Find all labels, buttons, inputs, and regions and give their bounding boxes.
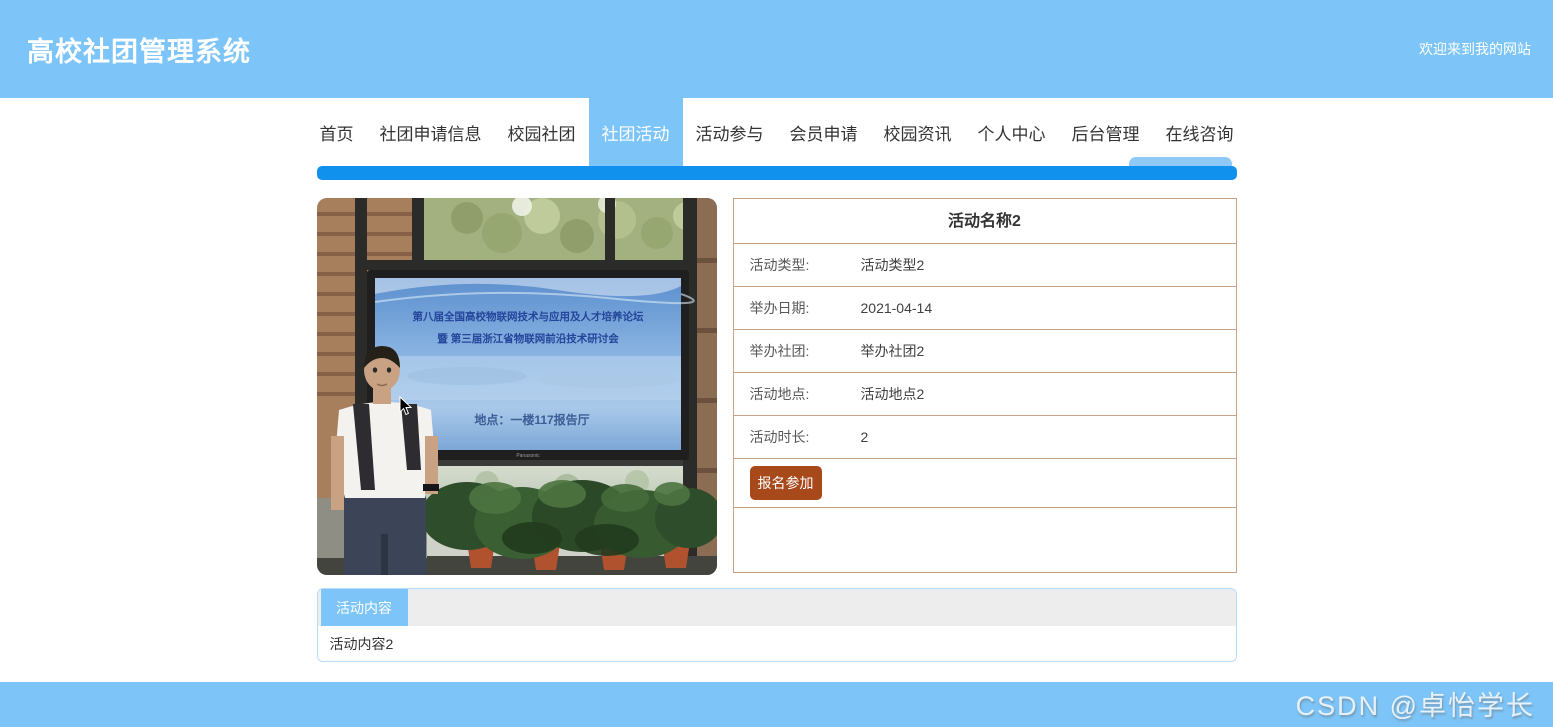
field-label: 举办日期:	[749, 300, 810, 316]
nav-item-admin[interactable]: 后台管理	[1059, 98, 1153, 166]
field-value: 活动地点2	[860, 386, 925, 402]
signup-row: 报名参加	[733, 459, 1236, 508]
nav-item-club-application[interactable]: 社团申请信息	[367, 98, 495, 166]
panel-empty-row	[734, 508, 1236, 572]
activity-photo: 第八届全国高校物联网技术与应用及人才培养论坛 暨 第三届浙江省物联网前沿技术研讨…	[316, 198, 717, 575]
field-value: 2021-04-14	[860, 300, 933, 316]
field-row-type: 活动类型: 活动类型2	[733, 244, 1236, 287]
nav-item-campus-news[interactable]: 校园资讯	[871, 98, 965, 166]
main-navbar: 首页 社团申请信息 校园社团 社团活动 活动参与 会员申请 校园资讯 个人中心 …	[0, 98, 1553, 166]
nav-item-personal-center[interactable]: 个人中心	[965, 98, 1059, 166]
signup-button[interactable]: 报名参加	[749, 466, 822, 500]
tab-strip: 活动内容	[317, 589, 1236, 626]
divider-bar-wrap	[316, 157, 1237, 180]
screen-text-line3: 地点：一楼117报告厅	[474, 412, 589, 427]
page-footer: CSDN @卓怡学长	[0, 682, 1553, 727]
field-row-club: 举办社团: 举办社团2	[733, 330, 1236, 373]
nav-item-home[interactable]: 首页	[307, 98, 367, 166]
nav-list: 首页 社团申请信息 校园社团 社团活动 活动参与 会员申请 校园资讯 个人中心 …	[307, 98, 1247, 166]
site-title: 高校社团管理系统	[27, 36, 251, 67]
page-header: 高校社团管理系统 欢迎来到我的网站	[0, 0, 1553, 98]
nav-item-campus-clubs[interactable]: 校园社团	[495, 98, 589, 166]
field-label: 活动地点:	[749, 386, 810, 402]
activity-content-text: 活动内容2	[317, 626, 1236, 661]
welcome-text: 欢迎来到我的网站	[1419, 41, 1531, 57]
tab-activity-content[interactable]: 活动内容	[320, 589, 408, 626]
activity-title: 活动名称2	[733, 199, 1236, 244]
field-row-date: 举办日期: 2021-04-14	[733, 287, 1236, 330]
field-label: 活动类型:	[749, 257, 810, 273]
nav-item-member-application[interactable]: 会员申请	[777, 98, 871, 166]
field-value: 举办社团2	[860, 343, 925, 359]
field-value: 2	[860, 429, 869, 445]
field-row-location: 活动地点: 活动地点2	[733, 373, 1236, 416]
field-label: 活动时长:	[749, 429, 810, 445]
csdn-watermark: CSDN @卓怡学长	[1295, 690, 1535, 721]
screen-text-line1: 第八届全国高校物联网技术与应用及人才培养论坛	[412, 310, 643, 323]
field-row-duration: 活动时长: 2	[733, 416, 1236, 459]
field-label: 举办社团:	[749, 343, 810, 359]
plants	[420, 480, 717, 559]
nav-item-club-activities[interactable]: 社团活动	[588, 98, 683, 166]
activity-content-box: 活动内容 活动内容2	[316, 588, 1237, 662]
activity-detail-panel: 活动名称2 活动类型: 活动类型2 举办日期: 2021-04-14 举办社团:…	[732, 198, 1237, 573]
tv-brand-label: Panasonic	[516, 453, 540, 459]
nav-item-activity-participation[interactable]: 活动参与	[683, 98, 777, 166]
field-value: 活动类型2	[860, 257, 925, 273]
blue-divider-bar	[316, 166, 1237, 180]
nav-item-online-consult[interactable]: 在线咨询	[1153, 98, 1247, 166]
screen-text-line2: 暨 第三届浙江省物联网前沿技术研讨会	[437, 332, 619, 345]
